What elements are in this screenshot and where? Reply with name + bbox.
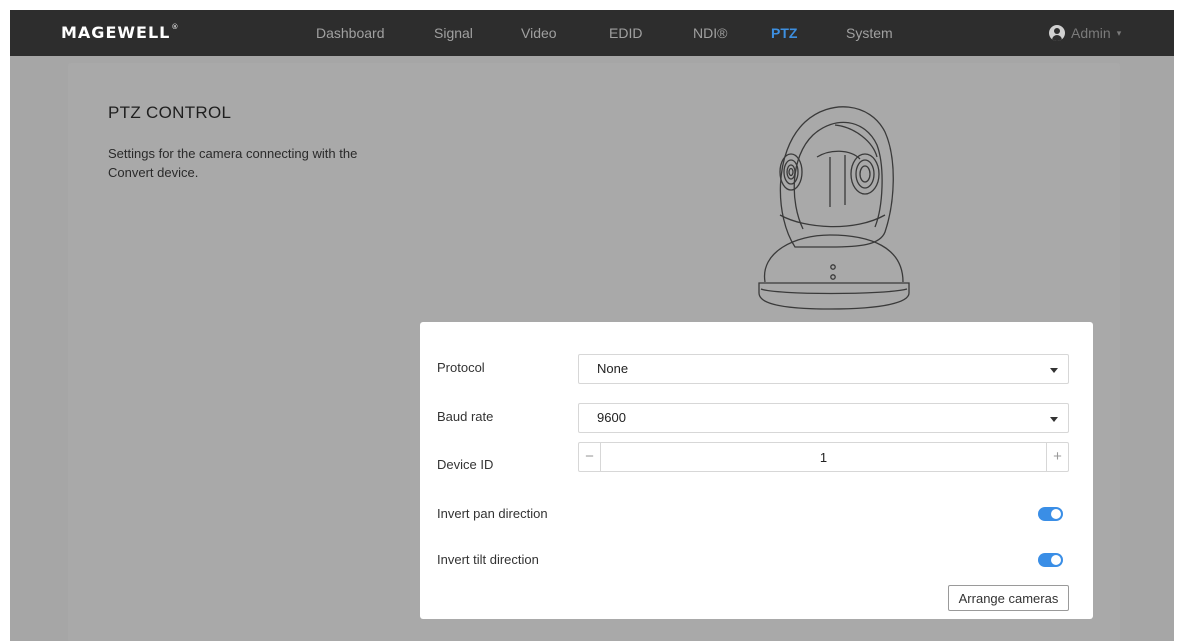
magewell-logo[interactable]: MAGEWELL® bbox=[61, 23, 179, 42]
invert-pan-toggle[interactable] bbox=[1038, 507, 1063, 521]
caret-down-icon bbox=[1050, 417, 1058, 422]
nav-ptz[interactable]: PTZ bbox=[771, 25, 797, 41]
device-id-label: Device ID bbox=[437, 457, 494, 472]
user-name: Admin bbox=[1071, 25, 1111, 41]
protocol-value: None bbox=[597, 361, 629, 376]
device-id-stepper: − + bbox=[578, 442, 1069, 472]
page-title: PTZ CONTROL bbox=[108, 103, 232, 122]
page-description: Settings for the camera connecting with … bbox=[108, 146, 358, 180]
invert-tilt-label: Invert tilt direction bbox=[437, 552, 539, 567]
invert-tilt-toggle[interactable] bbox=[1038, 553, 1063, 567]
decrement-button[interactable]: − bbox=[579, 443, 601, 471]
nav-ndi[interactable]: NDI® bbox=[693, 25, 727, 41]
nav-system[interactable]: System bbox=[846, 25, 893, 41]
baud-rate-value: 9600 bbox=[597, 410, 626, 425]
chevron-down-icon: ▾ bbox=[1116, 27, 1122, 38]
invert-pan-label: Invert pan direction bbox=[437, 506, 548, 521]
device-id-input[interactable] bbox=[601, 443, 1046, 471]
ptz-camera-illustration bbox=[758, 106, 910, 310]
baud-rate-select[interactable]: 9600 bbox=[578, 403, 1069, 433]
caret-down-icon bbox=[1050, 368, 1058, 373]
user-icon bbox=[1049, 25, 1065, 41]
arrange-cameras-button[interactable]: Arrange cameras bbox=[948, 585, 1069, 611]
nav-video[interactable]: Video bbox=[521, 25, 557, 41]
top-navbar: MAGEWELL® Dashboard Signal Video EDID ND… bbox=[10, 10, 1174, 56]
ptz-settings-panel: Protocol None Baud rate 9600 Device ID −… bbox=[420, 322, 1093, 619]
nav-dashboard[interactable]: Dashboard bbox=[316, 25, 385, 41]
increment-button[interactable]: + bbox=[1046, 443, 1068, 471]
nav-signal[interactable]: Signal bbox=[434, 25, 473, 41]
protocol-label: Protocol bbox=[437, 360, 485, 375]
nav-edid[interactable]: EDID bbox=[609, 25, 642, 41]
protocol-select[interactable]: None bbox=[578, 354, 1069, 384]
baud-rate-label: Baud rate bbox=[437, 409, 494, 424]
user-menu[interactable]: Admin ▾ bbox=[1049, 25, 1121, 41]
